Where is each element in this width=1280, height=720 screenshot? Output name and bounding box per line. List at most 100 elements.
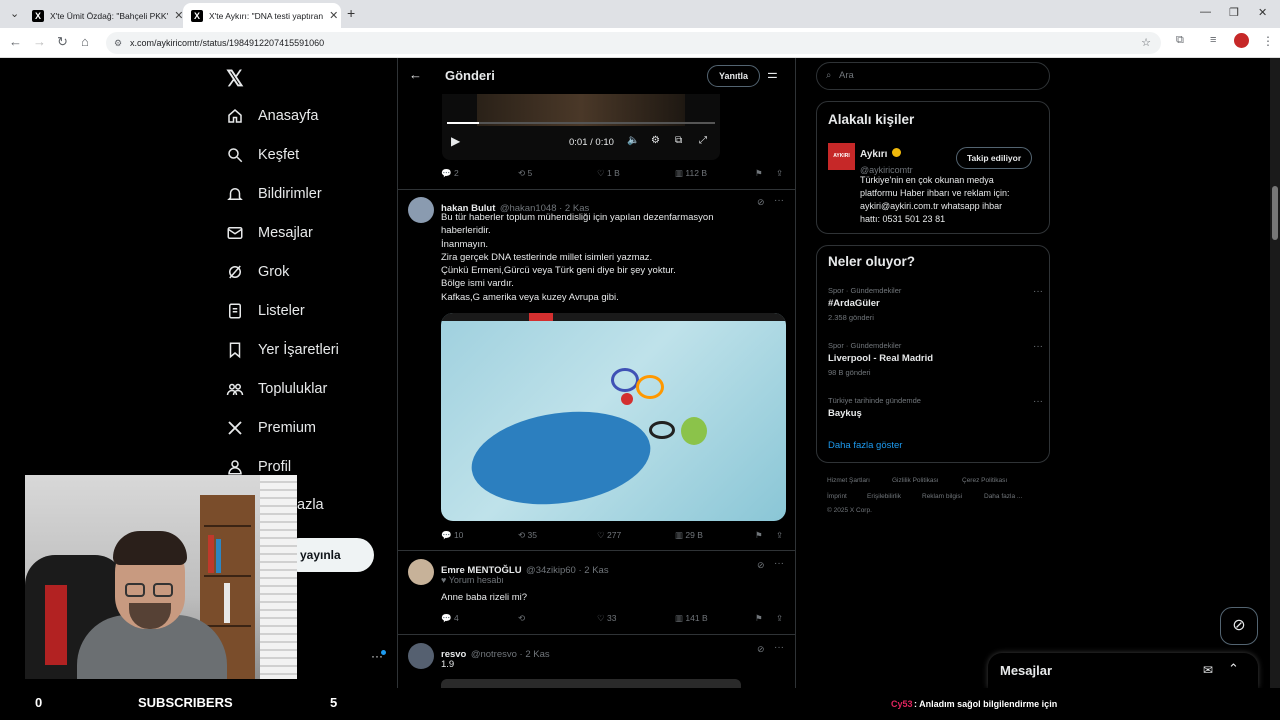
- trend-item[interactable]: Türkiye tarihinde gündemde Baykuş ···: [828, 396, 1043, 419]
- share-icon[interactable]: ⇪: [776, 530, 783, 541]
- restore-icon[interactable]: ❐: [1229, 6, 1239, 19]
- close-icon[interactable]: ✕: [329, 9, 338, 22]
- footer-link[interactable]: Hizmet Şartları: [827, 477, 870, 484]
- more-options-icon[interactable]: ···: [1033, 341, 1043, 352]
- avatar[interactable]: [408, 643, 434, 669]
- nav-item-grok[interactable]: Grok: [226, 263, 289, 281]
- grok-icon[interactable]: ⊘: [757, 197, 765, 208]
- views-icon[interactable]: ▥ 141 B: [675, 613, 708, 624]
- scrollbar[interactable]: [1270, 58, 1280, 688]
- nav-item-lists[interactable]: Listeler: [226, 302, 305, 320]
- menu-icon[interactable]: ⋮: [1262, 34, 1274, 48]
- trend-item[interactable]: Spor · Gündemdekiler Liverpool - Real Ma…: [828, 341, 1043, 377]
- window-close-icon[interactable]: ✕: [1258, 6, 1267, 19]
- fullscreen-icon[interactable]: ⤢: [699, 135, 707, 146]
- tab-1[interactable]: X X'te Ümit Özdağ: "Bahçeli PKK' ✕: [24, 3, 182, 28]
- share-icon[interactable]: ⇪: [776, 168, 783, 179]
- views-icon[interactable]: ▥ 29 B: [675, 530, 703, 541]
- tab-search-chevron-icon[interactable]: ⌄: [10, 7, 19, 20]
- bell-icon: [227, 188, 243, 200]
- nav-label: Premium: [258, 420, 317, 436]
- like-icon[interactable]: ♡ 277: [597, 530, 621, 541]
- x-logo-icon[interactable]: 𝕏: [226, 66, 244, 92]
- new-tab-icon[interactable]: +: [347, 5, 355, 21]
- new-message-icon[interactable]: ✉: [1203, 663, 1213, 677]
- reply-icon[interactable]: 💬 2: [441, 168, 459, 179]
- nav-item-communities[interactable]: Topluluklar: [226, 380, 327, 398]
- home-icon[interactable]: ⌂: [81, 34, 89, 49]
- author-handle[interactable]: @34zikip60 · 2 Kas: [526, 565, 609, 576]
- nav-item-notifications[interactable]: Bildirimler: [226, 185, 322, 203]
- like-icon[interactable]: ♡ 33: [597, 613, 616, 624]
- extensions-icon[interactable]: ⧉: [1176, 34, 1184, 47]
- grok-float-icon[interactable]: ⊘: [1220, 607, 1258, 645]
- pip-icon[interactable]: ⧉: [675, 135, 682, 146]
- footer-link[interactable]: Gizlilik Politikası: [892, 477, 939, 484]
- reply-icon[interactable]: 💬 4: [441, 613, 459, 624]
- nav-item-messages[interactable]: Mesajlar: [226, 224, 313, 242]
- avatar[interactable]: [408, 559, 434, 585]
- back-arrow-icon[interactable]: ←: [409, 67, 422, 82]
- settings-sliders-icon[interactable]: ⚌: [767, 67, 778, 81]
- trend-item[interactable]: Spor · Gündemdekiler #ArdaGüler 2.358 gö…: [828, 286, 1043, 322]
- post-media-image[interactable]: [441, 679, 741, 688]
- nav-item-profile[interactable]: Profil: [226, 458, 291, 476]
- grok-icon[interactable]: ⊘: [757, 644, 765, 655]
- forward-icon[interactable]: →: [33, 34, 46, 49]
- reply-button[interactable]: Yanıtla: [707, 65, 761, 87]
- bookmark-icon[interactable]: ⚑: [755, 168, 763, 179]
- bookmark-icon[interactable]: ⚑: [755, 613, 763, 624]
- repost-icon[interactable]: ⟲ 35: [518, 530, 537, 541]
- related-user[interactable]: Aykırı @aykiricomtr: [860, 144, 913, 175]
- avatar[interactable]: [408, 197, 434, 223]
- nav-item-more[interactable]: azla: [297, 497, 324, 513]
- nav-item-explore[interactable]: Keşfet: [226, 146, 299, 164]
- like-icon[interactable]: ♡ 1 B: [597, 168, 620, 179]
- webcam-overlay: [25, 475, 297, 679]
- repost-icon[interactable]: ⟲ 5: [518, 168, 532, 179]
- video-settings-icon[interactable]: ⚙: [651, 135, 660, 146]
- footer-link[interactable]: Erişilebilirlik: [867, 493, 901, 500]
- more-options-icon[interactable]: ···: [1033, 286, 1043, 297]
- address-bar[interactable]: ⚙ x.com/aykiricomtr/status/1984912207415…: [106, 32, 1161, 54]
- nav-item-home[interactable]: Anasayfa: [226, 107, 318, 125]
- back-icon[interactable]: ←: [9, 34, 22, 49]
- video-player[interactable]: ▶ 0:01 / 0:10 🔈 ⚙ ⧉ ⤢: [442, 94, 720, 160]
- close-icon[interactable]: ✕: [174, 9, 182, 22]
- post-media-image[interactable]: [441, 313, 786, 521]
- expand-icon[interactable]: ⌃: [1228, 661, 1239, 677]
- volume-icon[interactable]: 🔈: [627, 135, 639, 146]
- video-progress-track[interactable]: [447, 122, 715, 124]
- views-icon[interactable]: ▥ 112 B: [675, 168, 707, 179]
- url-text: x.com/aykiricomtr/status/198491220741559…: [130, 38, 325, 48]
- more-options-icon[interactable]: ···: [1033, 396, 1043, 407]
- tab-2-active[interactable]: X X'te Aykırı: "DNA testi yaptıran ✕: [183, 3, 341, 28]
- grok-icon[interactable]: ⊘: [757, 560, 765, 571]
- nav-item-premium[interactable]: Premium: [226, 419, 316, 437]
- nav-item-bookmarks[interactable]: Yer İşaretleri: [226, 341, 339, 359]
- show-more-link[interactable]: Daha fazla göster: [828, 440, 902, 451]
- following-button[interactable]: Takip ediliyor: [956, 147, 1033, 169]
- more-options-icon[interactable]: ···: [774, 558, 784, 569]
- profile-avatar[interactable]: [1234, 33, 1249, 48]
- play-icon[interactable]: ▶: [451, 134, 460, 148]
- search-input[interactable]: ⌕ Ara: [816, 62, 1050, 90]
- reload-icon[interactable]: ↻: [57, 34, 68, 50]
- right-sidebar: ⌕ Ara Alakalı kişiler AYKIRI Aykırı @ayk…: [816, 58, 1050, 688]
- minimize-icon[interactable]: —: [1200, 6, 1211, 18]
- footer-link[interactable]: Daha fazla ...: [984, 493, 1022, 500]
- footer-link[interactable]: İmprint: [827, 493, 847, 500]
- reading-list-icon[interactable]: ≡: [1210, 34, 1216, 46]
- bookmark-star-icon[interactable]: ☆: [1141, 32, 1151, 54]
- site-info-icon[interactable]: ⚙: [114, 32, 122, 54]
- more-options-icon[interactable]: ···: [774, 642, 784, 653]
- reply-icon[interactable]: 💬 10: [441, 530, 463, 541]
- share-icon[interactable]: ⇪: [776, 613, 783, 624]
- more-options-icon[interactable]: ···: [774, 195, 784, 206]
- footer-link[interactable]: Çerez Politikası: [962, 477, 1007, 484]
- aykiri-avatar[interactable]: AYKIRI: [828, 143, 855, 170]
- footer-link[interactable]: Reklam bilgisi: [922, 493, 962, 500]
- messages-drawer[interactable]: Mesajlar ✉ ⌃: [988, 653, 1258, 688]
- bookmark-icon[interactable]: ⚑: [755, 530, 763, 541]
- repost-icon[interactable]: ⟲: [518, 613, 525, 624]
